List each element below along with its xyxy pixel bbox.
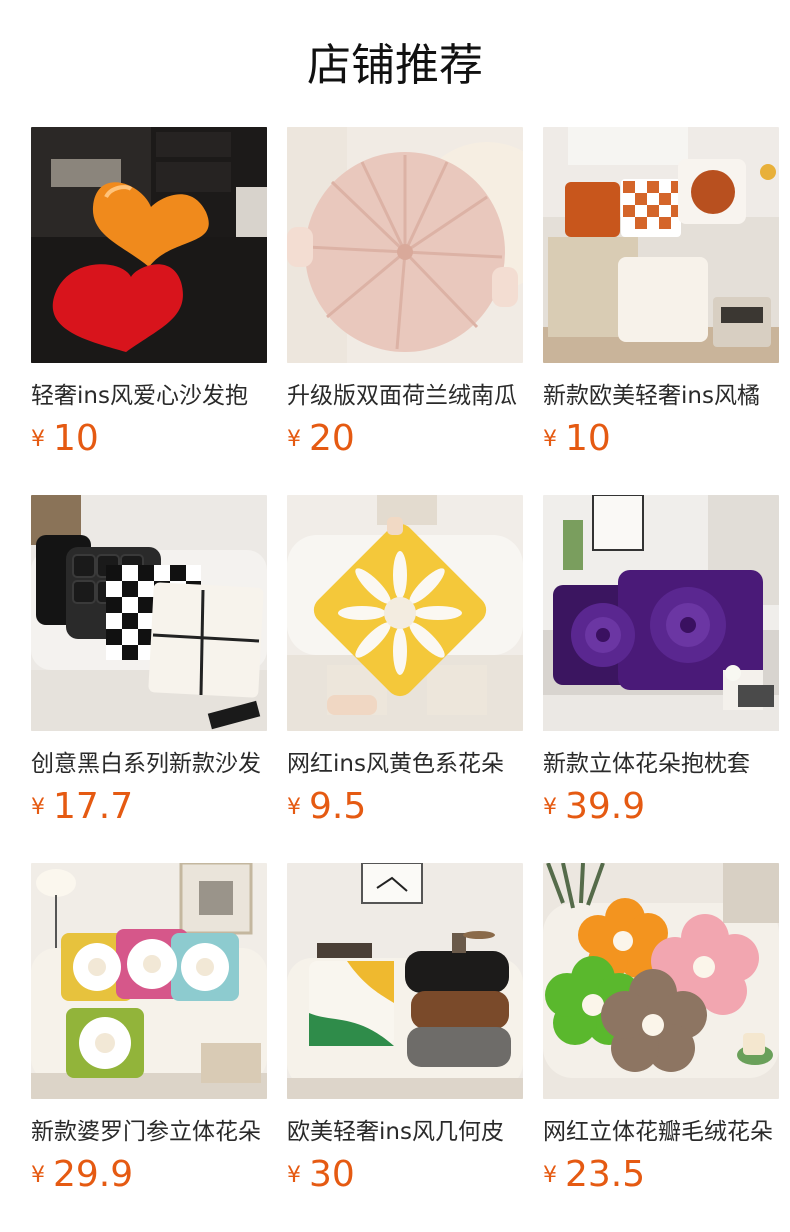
product-image[interactable] bbox=[543, 863, 779, 1099]
product-image[interactable] bbox=[287, 127, 523, 363]
yellow-daisy-pillow-image bbox=[287, 495, 523, 731]
currency-symbol: ¥ bbox=[31, 427, 45, 452]
product-name[interactable]: 新款欧美轻奢ins风橘 bbox=[543, 381, 779, 411]
product-name[interactable]: 新款婆罗门参立体花朵 bbox=[31, 1117, 267, 1147]
currency-symbol: ¥ bbox=[543, 795, 557, 820]
product-price: ¥30 bbox=[287, 1155, 355, 1195]
plush-flower-pillows-image bbox=[543, 863, 779, 1099]
purple-flower-pillows-image bbox=[543, 495, 779, 731]
product-price: ¥10 bbox=[543, 419, 611, 459]
price-amount: 10 bbox=[53, 418, 99, 459]
product-name[interactable]: 网红ins风黄色系花朵 bbox=[287, 749, 523, 779]
price-amount: 39.9 bbox=[565, 786, 646, 827]
product-price: ¥29.9 bbox=[31, 1155, 133, 1195]
product-price: ¥9.5 bbox=[287, 787, 366, 827]
product-name[interactable]: 轻奢ins风爱心沙发抱 bbox=[31, 381, 267, 411]
page-title: 店铺推荐 bbox=[307, 40, 483, 91]
product-name[interactable]: 升级版双面荷兰绒南瓜 bbox=[287, 381, 523, 411]
product-image[interactable] bbox=[31, 863, 267, 1099]
product-image[interactable] bbox=[287, 495, 523, 731]
product-image[interactable] bbox=[543, 495, 779, 731]
currency-symbol: ¥ bbox=[31, 1163, 45, 1188]
product-price: ¥23.5 bbox=[543, 1155, 645, 1195]
price-amount: 20 bbox=[309, 418, 355, 459]
geometric-leather-pillows-image bbox=[287, 863, 523, 1099]
product-name[interactable]: 欧美轻奢ins风几何皮 bbox=[287, 1117, 523, 1147]
currency-symbol: ¥ bbox=[543, 427, 557, 452]
black-white-pillows-image bbox=[31, 495, 267, 731]
round-pillow-image bbox=[287, 127, 523, 363]
product-price: ¥17.7 bbox=[31, 787, 133, 827]
price-amount: 17.7 bbox=[53, 786, 134, 827]
daisy-pillow-set-image bbox=[31, 863, 267, 1099]
price-amount: 29.9 bbox=[53, 1154, 134, 1195]
product-image[interactable] bbox=[31, 127, 267, 363]
product-image[interactable] bbox=[31, 495, 267, 731]
currency-symbol: ¥ bbox=[287, 1163, 301, 1188]
product-name[interactable]: 网红立体花瓣毛绒花朵 bbox=[543, 1117, 779, 1147]
price-amount: 23.5 bbox=[565, 1154, 646, 1195]
product-price: ¥20 bbox=[287, 419, 355, 459]
price-amount: 30 bbox=[309, 1154, 355, 1195]
heart-pillow-image bbox=[31, 127, 267, 363]
product-image[interactable] bbox=[543, 127, 779, 363]
currency-symbol: ¥ bbox=[543, 1163, 557, 1188]
orange-pillow-set-image bbox=[543, 127, 779, 363]
currency-symbol: ¥ bbox=[287, 427, 301, 452]
product-image[interactable] bbox=[287, 863, 523, 1099]
product-name[interactable]: 新款立体花朵抱枕套 bbox=[543, 749, 779, 779]
currency-symbol: ¥ bbox=[31, 795, 45, 820]
price-amount: 10 bbox=[565, 418, 611, 459]
product-price: ¥10 bbox=[31, 419, 99, 459]
currency-symbol: ¥ bbox=[287, 795, 301, 820]
price-amount: 9.5 bbox=[309, 786, 367, 827]
product-name[interactable]: 创意黑白系列新款沙发 bbox=[31, 749, 267, 779]
product-price: ¥39.9 bbox=[543, 787, 645, 827]
